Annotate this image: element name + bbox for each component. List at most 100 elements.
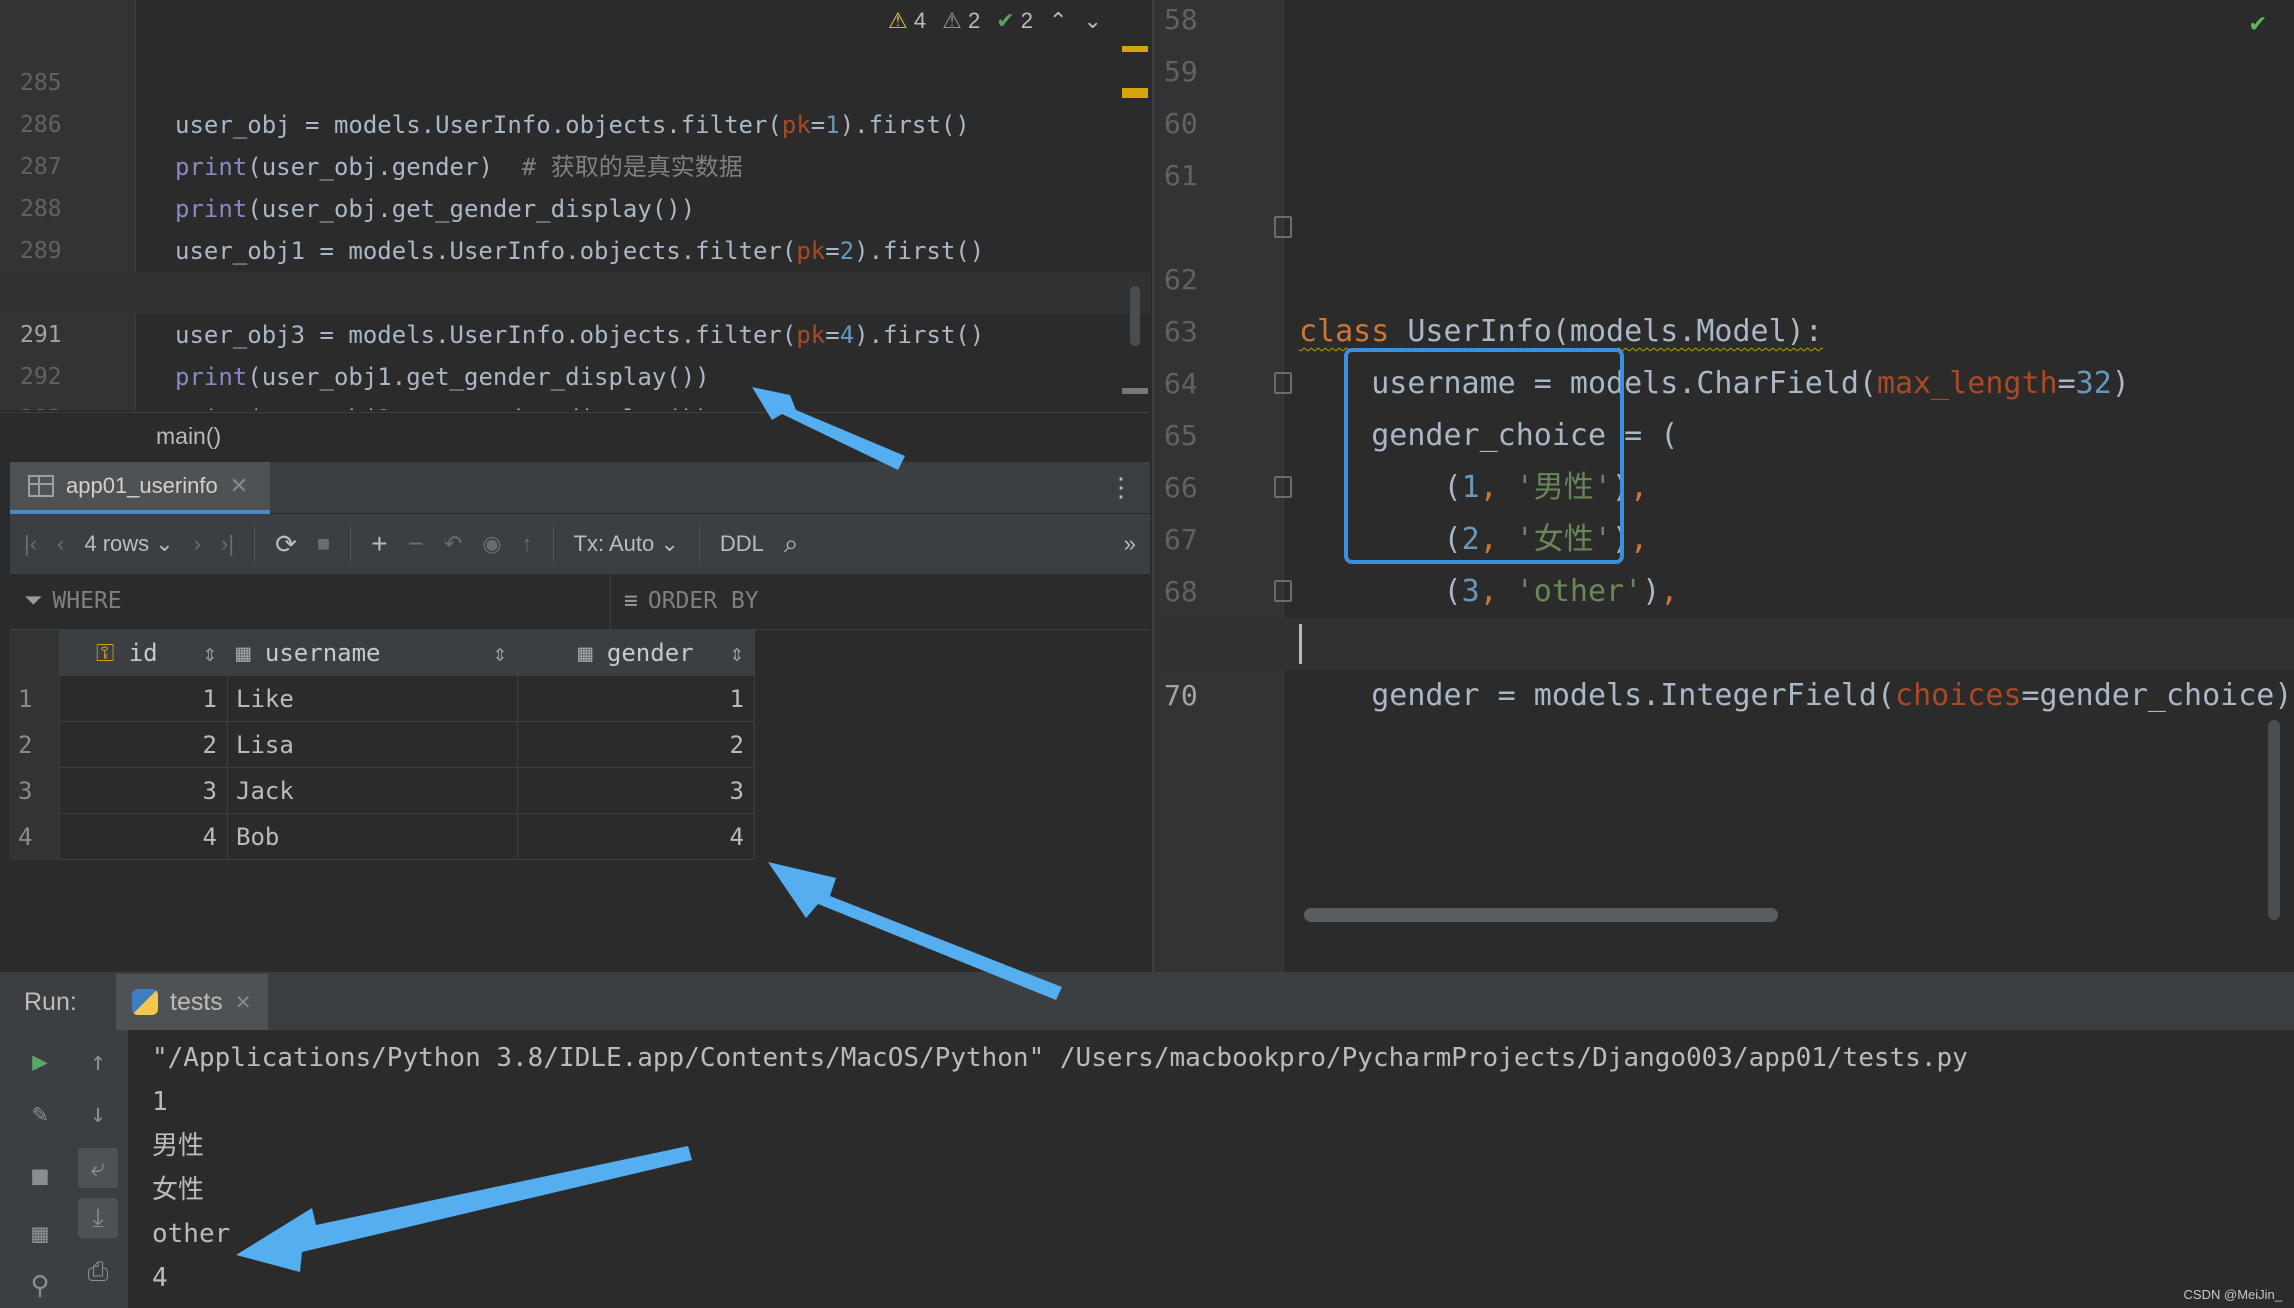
- fold-marker-icon[interactable]: [1274, 580, 1292, 602]
- print-icon[interactable]: ⎙: [78, 1252, 118, 1292]
- first-page-icon[interactable]: |‹: [24, 531, 37, 557]
- weak-warning-count[interactable]: ⚠ 2: [942, 8, 980, 34]
- code-line-current[interactable]: 291 print(user_obj1.get_gender_display()…: [0, 272, 1150, 391]
- sort-arrows-icon[interactable]: ⇕: [493, 630, 507, 676]
- pin-icon[interactable]: ⚲: [20, 1266, 60, 1306]
- refresh-icon[interactable]: ⟳: [275, 529, 297, 560]
- code-line[interactable]: 287 print(user_obj.get_gender_display()): [0, 104, 1150, 223]
- stop-icon[interactable]: ■: [317, 531, 330, 557]
- stripe-mark[interactable]: [1122, 388, 1148, 394]
- scroll-to-end-icon[interactable]: ⤓: [78, 1198, 118, 1238]
- prev-problem-icon[interactable]: ⌃: [1049, 8, 1067, 34]
- cell-id[interactable]: 3: [60, 768, 228, 814]
- delete-row-icon[interactable]: −: [408, 528, 424, 560]
- sort-arrows-icon[interactable]: ⇕: [203, 630, 217, 676]
- table-row[interactable]: 4 4 Bob 4: [10, 814, 755, 860]
- prev-page-icon[interactable]: ‹: [57, 531, 64, 557]
- sort-arrows-icon[interactable]: ⇕: [730, 630, 744, 676]
- inspection-widget[interactable]: ⚠ 4 ⚠ 2 ✔ 2 ⌃ ⌄: [888, 8, 1102, 34]
- next-problem-icon[interactable]: ⌄: [1083, 8, 1101, 34]
- horizontal-scrollbar[interactable]: [1304, 908, 1778, 922]
- column-header-id[interactable]: ⚿ id ⇕: [60, 630, 228, 676]
- cell-gender[interactable]: 1: [518, 676, 755, 722]
- cell-gender[interactable]: 4: [518, 814, 755, 860]
- fold-marker-icon[interactable]: [1274, 216, 1292, 238]
- right-code-editor[interactable]: ✔ 58 59 60 61 62 class UserInfo(models.M…: [1152, 0, 2294, 972]
- cell-gender[interactable]: 2: [518, 722, 755, 768]
- search-icon[interactable]: ⌕: [784, 528, 799, 560]
- code-line[interactable]: 288 user_obj1 = models.UserInfo.objects.…: [0, 146, 1150, 265]
- code-line[interactable]: 66 (2, '女性'),: [1154, 410, 2294, 557]
- cell-id[interactable]: 4: [60, 814, 228, 860]
- code-line[interactable]: 61: [1154, 150, 2294, 202]
- ddl-button[interactable]: DDL: [720, 531, 764, 557]
- code-line[interactable]: 67 (3, 'other'),: [1154, 462, 2294, 609]
- add-row-icon[interactable]: +: [371, 528, 387, 560]
- warning-stripe-mark[interactable]: [1122, 46, 1148, 52]
- rows-selector[interactable]: 4 rows ⌄: [84, 531, 173, 557]
- breadcrumb-item[interactable]: main(): [156, 423, 221, 450]
- row-number[interactable]: 4: [10, 814, 60, 860]
- preview-changes-icon[interactable]: ◉: [482, 531, 501, 557]
- code-line[interactable]: 286 print(user_obj.gender) # 获取的是真实数据: [0, 62, 1150, 181]
- cell-username[interactable]: Like: [228, 676, 518, 722]
- submit-icon[interactable]: ↑: [522, 531, 533, 557]
- column-header-gender[interactable]: ▦ gender ⇕: [518, 630, 755, 676]
- more-options-icon[interactable]: ⋮: [1108, 472, 1134, 503]
- code-line[interactable]: 64 gender_choice = (: [1154, 306, 2294, 453]
- scroll-down-icon[interactable]: ↓: [78, 1094, 118, 1134]
- cell-id[interactable]: 1: [60, 676, 228, 722]
- where-filter-input[interactable]: ⏷ WHERE: [24, 588, 122, 614]
- cell-gender[interactable]: 3: [518, 768, 755, 814]
- stop-icon[interactable]: ■: [20, 1156, 60, 1196]
- column-header-username[interactable]: ▦ username ⇕: [228, 630, 518, 676]
- row-number[interactable]: 1: [10, 676, 60, 722]
- settings-wrench-icon[interactable]: ✎: [20, 1094, 60, 1134]
- rerun-icon[interactable]: ▶: [20, 1042, 60, 1082]
- fold-marker-icon[interactable]: [1274, 476, 1292, 498]
- cell-username[interactable]: Jack: [228, 768, 518, 814]
- next-page-icon[interactable]: ›: [194, 531, 201, 557]
- expand-toolbar-icon[interactable]: »: [1124, 531, 1136, 557]
- tab-tests[interactable]: tests ✕: [116, 974, 268, 1030]
- vertical-scrollbar[interactable]: [1130, 286, 1140, 346]
- code-line-current[interactable]: 70: [1154, 618, 2294, 712]
- code-line[interactable]: 65 (1, '男性'),: [1154, 358, 2294, 505]
- row-number[interactable]: 3: [10, 768, 60, 814]
- tab-app01-userinfo[interactable]: app01_userinfo ✕: [10, 462, 270, 514]
- table-row[interactable]: 1 1 Like 1: [10, 676, 755, 722]
- revert-icon[interactable]: ↶: [444, 531, 462, 557]
- scroll-up-icon[interactable]: ↑: [78, 1042, 118, 1082]
- code-line[interactable]: 63 username = models.CharField(max_lengt…: [1154, 254, 2294, 401]
- code-line[interactable]: 293 print(user_obj3.get_gender_display()…: [0, 356, 1150, 410]
- table-row[interactable]: 3 3 Jack 3: [10, 768, 755, 814]
- cell-username[interactable]: Lisa: [228, 722, 518, 768]
- fold-marker-icon[interactable]: [1274, 372, 1292, 394]
- code-line[interactable]: 69 gender = models.IntegerField(choices=…: [1154, 566, 2294, 713]
- console-output[interactable]: "/Applications/Python 3.8/IDLE.app/Conte…: [152, 1036, 1968, 1300]
- row-number[interactable]: 2: [10, 722, 60, 768]
- close-icon[interactable]: ✕: [235, 990, 252, 1015]
- warning-count[interactable]: ⚠ 4: [888, 8, 926, 34]
- vertical-scrollbar[interactable]: [2268, 720, 2280, 920]
- table-row[interactable]: 2 2 Lisa 2: [10, 722, 755, 768]
- code-line[interactable]: 59: [1154, 46, 2294, 98]
- layout-icon[interactable]: ▦: [20, 1214, 60, 1254]
- code-line[interactable]: 292 print(user_obj2.get_gender_display()…: [0, 314, 1150, 410]
- last-page-icon[interactable]: ›|: [221, 531, 234, 557]
- code-line[interactable]: 60: [1154, 98, 2294, 150]
- left-code-editor[interactable]: 285 user_obj = models.UserInfo.objects.f…: [0, 0, 1150, 410]
- soft-wrap-icon[interactable]: ⤶: [78, 1148, 118, 1188]
- cell-id[interactable]: 2: [60, 722, 228, 768]
- cell-username[interactable]: Bob: [228, 814, 518, 860]
- code-line[interactable]: 62 class UserInfo(models.Model):: [1154, 202, 2294, 349]
- close-icon[interactable]: ✕: [230, 473, 248, 499]
- code-line[interactable]: 68 ): [1154, 514, 2294, 661]
- code-line[interactable]: 58: [1154, 0, 2294, 46]
- code-line[interactable]: 290 user_obj3 = models.UserInfo.objects.…: [0, 230, 1150, 349]
- order-by-input[interactable]: ≡ ORDER BY: [624, 588, 759, 614]
- tx-mode-selector[interactable]: Tx: Auto ⌄: [574, 531, 679, 557]
- warning-stripe-mark[interactable]: [1122, 88, 1148, 98]
- typo-count[interactable]: ✔ 2: [996, 8, 1033, 34]
- code-line[interactable]: 289 user_obj2 = models.UserInfo.objects.…: [0, 188, 1150, 307]
